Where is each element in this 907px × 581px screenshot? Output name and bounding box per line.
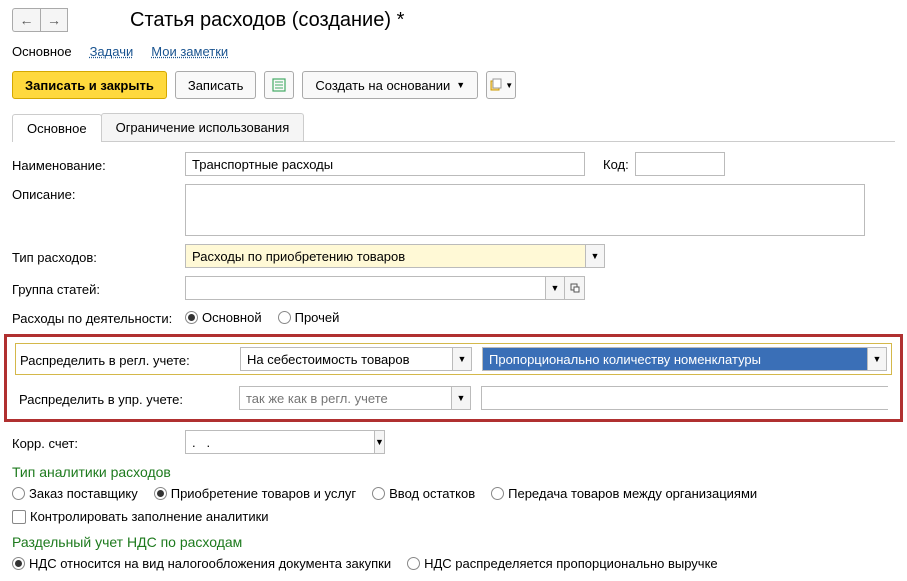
activity-other-radio[interactable]: Прочей <box>278 310 340 325</box>
tab-restrict[interactable]: Ограничение использования <box>101 113 305 141</box>
attach-icon-button[interactable]: ▼ <box>486 71 516 99</box>
group-open-button[interactable] <box>565 276 585 300</box>
radio-icon <box>491 487 504 500</box>
an-order-label: Заказ поставщику <box>29 486 138 501</box>
chevron-down-icon: ▼ <box>505 81 513 90</box>
activity-main-label: Основной <box>202 310 262 325</box>
dist-mgmt-rule-input[interactable] <box>481 386 888 410</box>
an-order-radio[interactable]: Заказ поставщику <box>12 486 138 501</box>
corr-label: Корр. счет: <box>12 433 185 451</box>
radio-icon <box>407 557 420 570</box>
dist-mgmt-dropdown-button[interactable]: ▼ <box>451 386 471 410</box>
create-based-label: Создать на основании <box>315 78 450 93</box>
group-label: Группа статей: <box>12 279 185 297</box>
open-link-icon <box>570 283 580 293</box>
control-check-label: Контролировать заполнение аналитики <box>30 509 269 524</box>
chevron-down-icon: ▼ <box>456 80 465 90</box>
linktab-main[interactable]: Основное <box>12 44 72 59</box>
dist-regl-label: Распределить в регл. учете: <box>20 350 230 368</box>
activity-label: Расходы по деятельности: <box>12 308 185 326</box>
vat-doc-radio[interactable]: НДС относится на вид налогообложения док… <box>12 556 391 571</box>
radio-checked-icon <box>185 311 198 324</box>
activity-other-label: Прочей <box>295 310 340 325</box>
checkbox-icon <box>12 510 26 524</box>
radio-icon <box>12 487 25 500</box>
dist-rule-dropdown-button[interactable]: ▼ <box>867 347 887 371</box>
type-label: Тип расходов: <box>12 247 185 265</box>
radio-icon <box>278 311 291 324</box>
an-purchase-radio[interactable]: Приобретение товаров и услуг <box>154 486 356 501</box>
nav-back-button[interactable]: ← <box>12 8 40 32</box>
vat-section-title: Раздельный учет НДС по расходам <box>12 534 895 550</box>
dist-regl-dropdown-button[interactable]: ▼ <box>452 347 472 371</box>
linktab-tasks[interactable]: Задачи <box>90 44 134 59</box>
dist-mgmt-label: Распределить в упр. учете: <box>19 389 229 407</box>
vat-doc-label: НДС относится на вид налогообложения док… <box>29 556 391 571</box>
name-input[interactable] <box>185 152 585 176</box>
an-input-radio[interactable]: Ввод остатков <box>372 486 475 501</box>
activity-main-radio[interactable]: Основной <box>185 310 262 325</box>
tab-main[interactable]: Основное <box>12 114 102 142</box>
type-input[interactable] <box>185 244 585 268</box>
an-input-label: Ввод остатков <box>389 486 475 501</box>
desc-textarea[interactable] <box>185 184 865 236</box>
page-title: Статья расходов (создание) * <box>130 9 404 32</box>
list-icon-button[interactable] <box>264 71 294 99</box>
dist-mgmt-input[interactable] <box>239 386 451 410</box>
corr-dropdown-button[interactable]: ▼ <box>374 430 385 454</box>
radio-checked-icon <box>154 487 167 500</box>
an-purchase-label: Приобретение товаров и услуг <box>171 486 356 501</box>
control-analytics-check[interactable]: Контролировать заполнение аналитики <box>12 509 895 524</box>
group-input[interactable] <box>185 276 545 300</box>
dist-rule-input[interactable] <box>482 347 867 371</box>
an-transfer-radio[interactable]: Передача товаров между организациями <box>491 486 757 501</box>
write-and-close-button[interactable]: Записать и закрыть <box>12 71 167 99</box>
create-based-on-button[interactable]: Создать на основании ▼ <box>302 71 478 99</box>
code-label: Код: <box>603 157 629 172</box>
paperclip-icon <box>489 78 503 92</box>
group-dropdown-button[interactable]: ▼ <box>545 276 565 300</box>
write-button[interactable]: Записать <box>175 71 257 99</box>
dist-regl-input[interactable] <box>240 347 452 371</box>
list-icon <box>272 78 286 92</box>
name-label: Наименование: <box>12 155 185 173</box>
corr-input[interactable] <box>185 430 374 454</box>
type-dropdown-button[interactable]: ▼ <box>585 244 605 268</box>
highlighted-distribution-block: Распределить в регл. учете: ▼ ▼ Распреде… <box>4 334 903 422</box>
desc-label: Описание: <box>12 184 185 202</box>
nav-forward-button[interactable]: → <box>40 8 68 32</box>
vat-prop-radio[interactable]: НДС распределяется пропорционально выруч… <box>407 556 718 571</box>
an-transfer-label: Передача товаров между организациями <box>508 486 757 501</box>
vat-prop-label: НДС распределяется пропорционально выруч… <box>424 556 718 571</box>
radio-icon <box>372 487 385 500</box>
code-input[interactable] <box>635 152 725 176</box>
analytics-section-title: Тип аналитики расходов <box>12 464 895 480</box>
radio-checked-icon <box>12 557 25 570</box>
linktab-notes[interactable]: Мои заметки <box>151 44 228 59</box>
